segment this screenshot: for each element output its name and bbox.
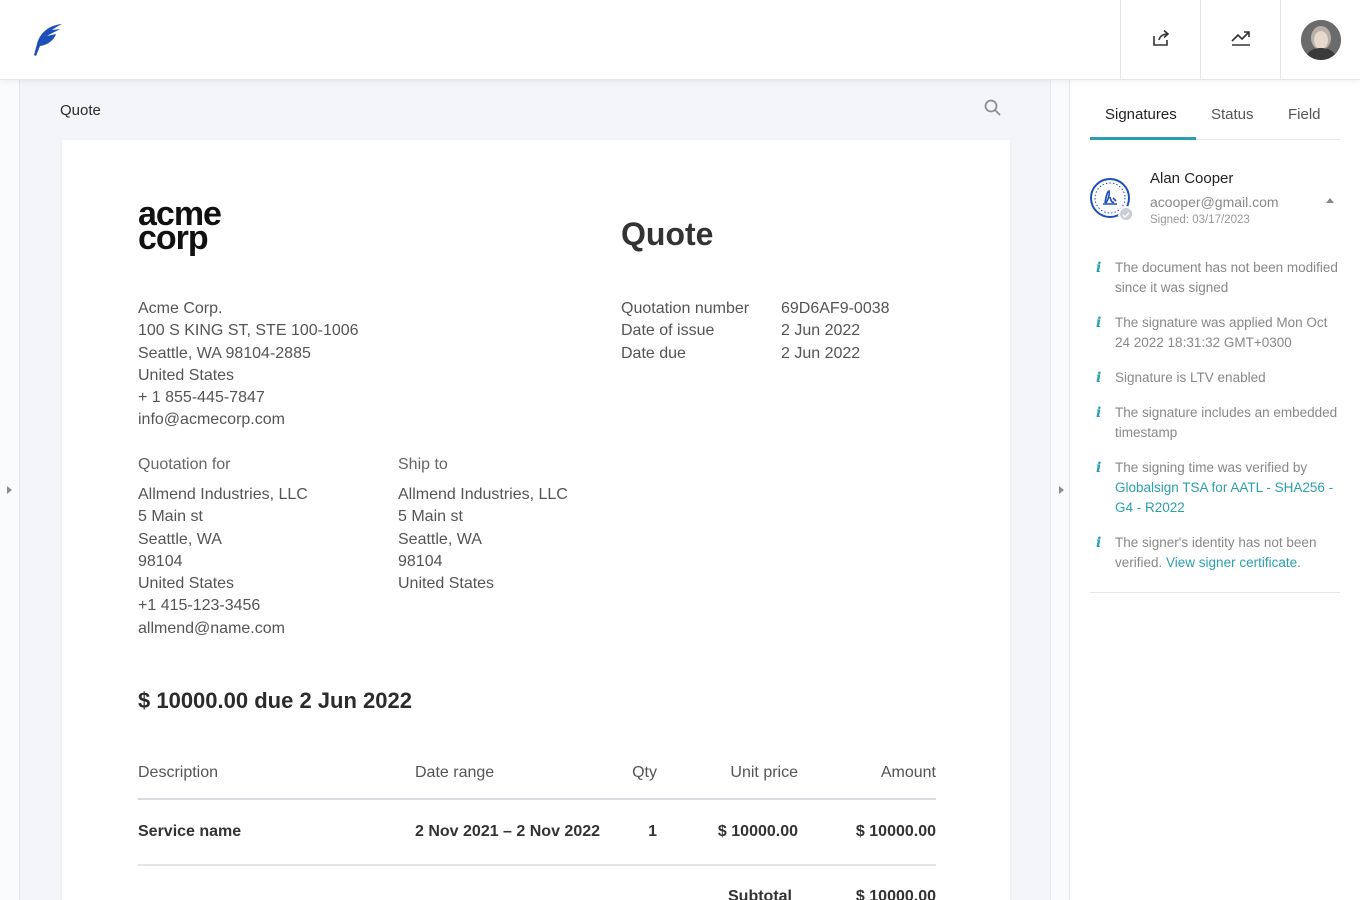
trending-chart-icon [1230,28,1252,53]
check-item: i The document has not been modified sin… [1090,258,1340,298]
info-icon: i [1096,460,1102,476]
tab-field[interactable]: Field [1288,106,1321,123]
quotation-for-line: Allmend Industries, LLC [138,486,308,503]
signature-checks-list: i The document has not been modified sin… [1090,258,1340,588]
column-header-qty: Qty [632,764,657,781]
signer-email: acooper@gmail.com [1150,194,1279,210]
subtotal-label: Subtotal [728,888,792,900]
analytics-button[interactable] [1200,0,1280,80]
quotation-for-address: Allmend Industries, LLC 5 Main st Seattl… [138,484,308,640]
tab-status[interactable]: Status [1211,106,1254,123]
quotation-for-line: United States [138,575,235,593]
quotation-for-line: 98104 [138,552,183,570]
info-icon: i [1096,315,1102,331]
share-button[interactable] [1120,0,1200,80]
expand-left-icon [7,486,12,494]
meta-row: Quotation number 69D6AF9-0038 [621,298,890,320]
from-line: info@acmecorp.com [138,411,285,429]
cell-qty: 1 [648,823,657,840]
collapse-caret-icon[interactable] [1326,198,1334,203]
cell-date-range: 2 Nov 2021 – 2 Nov 2022 [415,823,601,840]
ship-to-label: Ship to [398,456,448,473]
from-line: United States [138,366,235,384]
from-line: + 1 855-445-7847 [138,389,265,407]
quotation-for-line: allmend@name.com [138,619,285,637]
cell-amount: $ 10000.00 [855,823,936,840]
ship-to-address: Allmend Industries, LLC 5 Main st Seattl… [398,484,568,595]
amount-due-summary: $ 10000.00 due 2 Jun 2022 [138,688,412,713]
document-page: acme corp Quote Acme Corp. 100 S KING ST… [62,140,1010,900]
meta-value: 69D6AF9-0038 [781,300,890,317]
panel-divider [1090,592,1340,593]
check-text: The signature was applied Mon Oct 24 202… [1115,315,1328,350]
tab-signatures[interactable]: Signatures [1105,106,1177,123]
info-icon: i [1096,405,1102,421]
column-header-amount: Amount [880,764,936,781]
check-text: The document has not been modified since… [1115,260,1338,295]
check-text: The signing time was verified by [1115,460,1308,475]
collapse-right-icon [1059,486,1064,494]
meta-label: Date of issue [621,322,715,340]
info-icon: i [1096,370,1102,386]
top-bar [0,0,1360,80]
from-line: Acme Corp. [138,300,223,317]
cell-unit-price: $ 10000.00 [717,823,798,840]
quotation-for-label: Quotation for [138,456,231,473]
quotation-for-line: +1 415-123-3456 [138,597,261,615]
check-item: i The signing time was verified by Globa… [1090,458,1340,518]
verified-check-icon [1118,206,1134,222]
tsa-link[interactable]: Globalsign TSA for AATL - SHA256 - G4 - … [1115,480,1333,515]
document-title: Quote [60,102,101,119]
from-line: 100 S KING ST, STE 100-1006 [138,322,359,340]
panel-tabs: Signatures Status Field [1090,100,1340,140]
check-item: i The signature includes an embedded tim… [1090,403,1340,443]
app-logo-feather-icon[interactable] [30,22,66,58]
view-certificate-link[interactable]: View signer certificate. [1166,555,1301,570]
check-item: i Signature is LTV enabled [1090,368,1340,388]
table-header: Description Date range Qty Unit price Am… [138,760,936,800]
company-logo: acme corp [138,197,222,255]
document-viewer: Quote acme corp Quote Acme Corp. 100 S K… [20,80,1050,900]
signed-date: Signed: 03/17/2023 [1150,214,1250,226]
quotation-for-line: Seattle, WA [138,530,222,548]
check-item: i The signer's identity has not been ver… [1090,533,1340,573]
left-sidebar-toggle[interactable] [0,80,20,900]
check-text: Signature is LTV enabled [1115,370,1266,385]
column-header-unit-price: Unit price [730,764,798,781]
quote-meta: Quotation number 69D6AF9-0038 Date of is… [621,298,890,365]
ship-to-line: Seattle, WA [398,530,482,548]
ship-to-line: 5 Main st [398,508,463,526]
from-line: Seattle, WA 98104-2885 [138,344,311,362]
ship-to-line: United States [398,575,495,593]
active-tab-indicator [1090,137,1196,140]
info-icon: i [1096,535,1102,551]
ship-to-line: Allmend Industries, LLC [398,486,568,503]
check-text: The signature includes an embedded times… [1115,405,1338,440]
ship-to-line: 98104 [398,552,443,570]
check-item: i The signature was applied Mon Oct 24 2… [1090,313,1340,353]
share-export-icon [1151,28,1171,53]
signer-name: Alan Cooper [1150,170,1234,187]
meta-label: Date due [621,344,686,362]
user-menu-button[interactable] [1280,0,1360,80]
column-header-description: Description [138,764,219,781]
meta-row: Date of issue 2 Jun 2022 [621,320,890,342]
search-icon[interactable] [983,98,1007,122]
subtotal-value: $ 10000.00 [855,888,936,900]
from-address: Acme Corp. 100 S KING ST, STE 100-1006 S… [138,298,359,432]
page-heading: Quote [621,216,714,252]
meta-value: 2 Jun 2022 [781,322,861,340]
meta-value: 2 Jun 2022 [781,344,861,362]
table-row: Service name 2 Nov 2021 – 2 Nov 2022 1 $… [138,800,936,866]
avatar [1300,20,1341,60]
meta-label: Quotation number [621,300,750,317]
quotation-for-line: 5 Main st [138,508,203,526]
info-icon: i [1096,260,1102,276]
meta-row: Date due 2 Jun 2022 [621,343,890,365]
line-items-table: Description Date range Qty Unit price Am… [138,760,936,866]
cell-description: Service name [138,823,242,840]
signature-panel: Signatures Status Field Alan Cooper acoo… [1070,80,1360,900]
column-header-date-range: Date range [415,764,495,781]
right-panel-toggle[interactable] [1050,80,1070,900]
